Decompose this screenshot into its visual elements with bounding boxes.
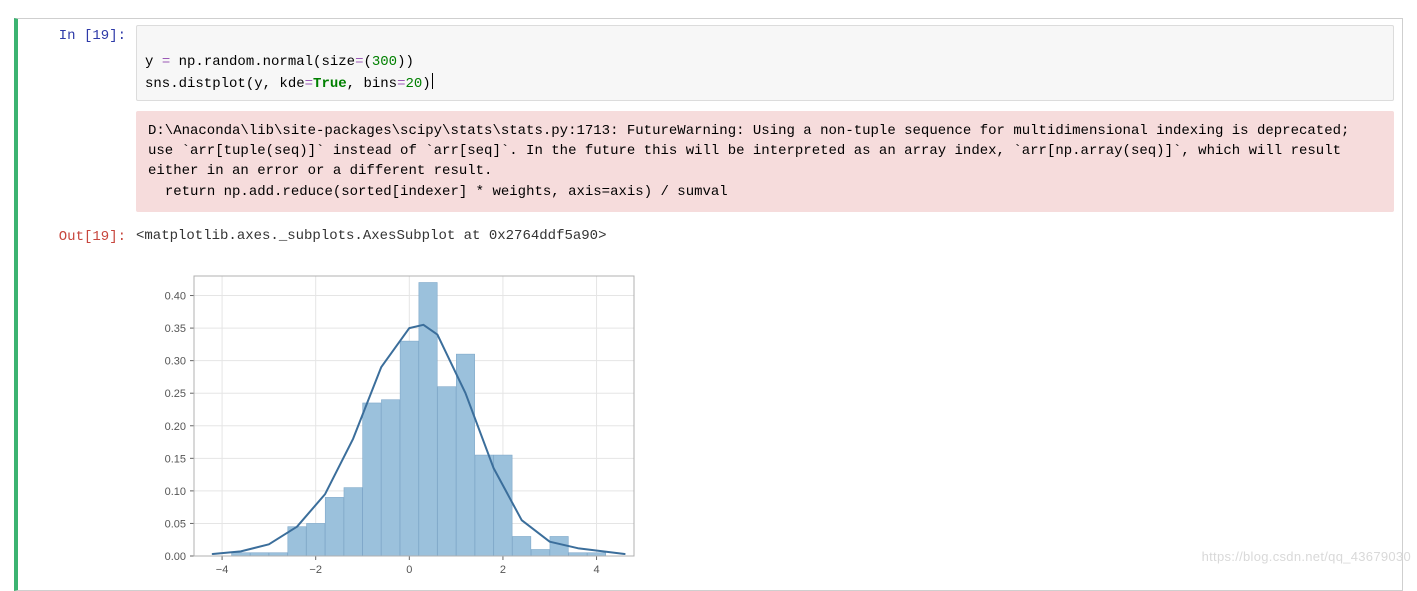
code-editor[interactable]: y = np.random.normal(size=(300)) sns.dis… — [136, 25, 1394, 101]
svg-text:2: 2 — [500, 564, 506, 576]
code-token: )) — [397, 54, 414, 70]
svg-text:0.30: 0.30 — [165, 355, 186, 367]
code-token: = — [305, 76, 313, 92]
text-cursor — [432, 73, 433, 89]
svg-text:0: 0 — [406, 564, 412, 576]
input-prompt: In [19]: — [18, 19, 136, 55]
notebook-cell: In [19]: y = np.random.normal(size=(300)… — [14, 18, 1403, 591]
svg-text:−4: −4 — [216, 564, 229, 576]
svg-text:4: 4 — [593, 564, 599, 576]
svg-text:0.20: 0.20 — [165, 420, 186, 432]
code-token: 20 — [405, 76, 422, 92]
warning-output: D:\Anaconda\lib\site-packages\scipy\stat… — [136, 111, 1394, 212]
svg-text:0.25: 0.25 — [165, 388, 186, 400]
svg-text:0.15: 0.15 — [165, 453, 186, 465]
code-token: sns.distplot(y, kde — [145, 76, 305, 92]
output-prompt: Out[19]: — [18, 220, 136, 256]
plot-row: 0.00 0.05 0.10 0.15 0.20 0.25 0.30 0.35 0.40 −4 −2… — [18, 256, 1402, 590]
input-row: In [19]: y = np.random.normal(size=(300)… — [18, 19, 1402, 107]
distplot-chart: 0.00 0.05 0.10 0.15 0.20 0.25 0.30 0.35 0.40 −4 −2… — [136, 266, 646, 584]
code-token: np.random.normal(size — [170, 54, 355, 70]
svg-text:0.00: 0.00 — [165, 551, 186, 563]
blank-prompt — [18, 256, 136, 272]
output-row: Out[19]: <matplotlib.axes._subplots.Axes… — [18, 220, 1402, 256]
code-token: , bins — [347, 76, 397, 92]
output-text: <matplotlib.axes._subplots.AxesSubplot a… — [136, 220, 1402, 252]
code-token: y — [145, 54, 162, 70]
svg-text:0.05: 0.05 — [165, 518, 186, 530]
code-token: ( — [363, 54, 371, 70]
svg-text:0.40: 0.40 — [165, 290, 186, 302]
svg-text:0.10: 0.10 — [165, 486, 186, 498]
svg-text:0.35: 0.35 — [165, 323, 186, 335]
code-token: ) — [422, 76, 430, 92]
code-token: = — [162, 54, 170, 70]
code-token: True — [313, 76, 347, 92]
svg-text:−2: −2 — [309, 564, 322, 576]
blank-prompt — [18, 107, 136, 123]
stderr-row: D:\Anaconda\lib\site-packages\scipy\stat… — [18, 107, 1402, 220]
chart-output: 0.00 0.05 0.10 0.15 0.20 0.25 0.30 0.35 0.40 −4 −2… — [136, 256, 646, 590]
code-token: 300 — [372, 54, 397, 70]
